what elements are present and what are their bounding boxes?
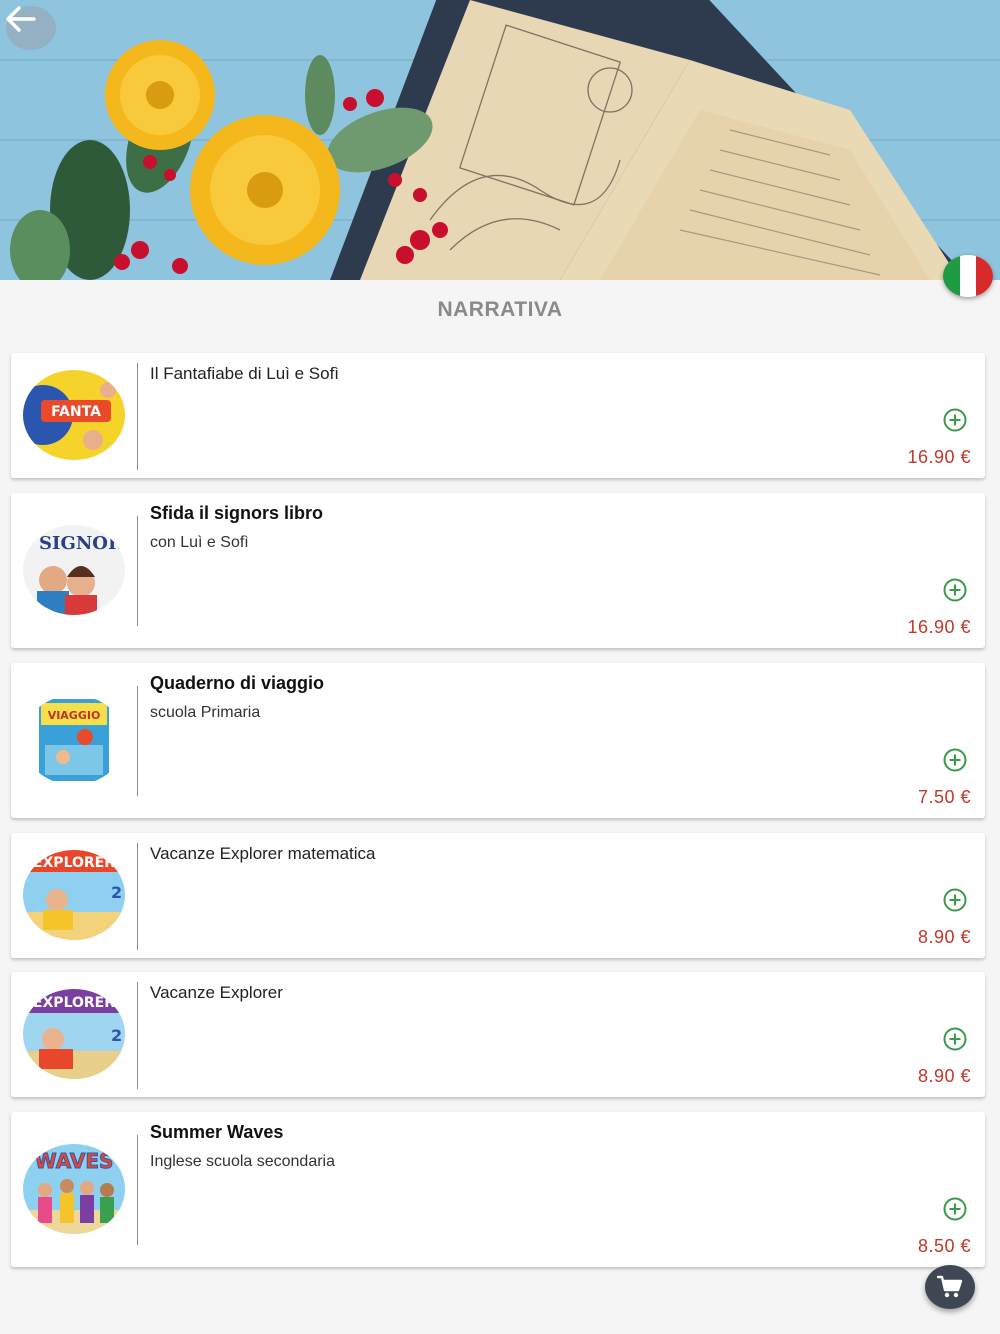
language-button[interactable] bbox=[943, 255, 993, 297]
product-subtitle: scuola Primaria bbox=[150, 704, 261, 721]
product-card[interactable]: EXPLORER 2 Vacanze Explorer matematica 8… bbox=[11, 833, 985, 958]
product-title: Sfida il signors libro bbox=[150, 503, 324, 523]
waves-cover: WAVES bbox=[23, 1144, 125, 1234]
product-title: Vacanze Explorer matematica bbox=[150, 844, 376, 863]
product-price: 16.90 € bbox=[907, 617, 971, 637]
product-title: Quaderno di viaggio bbox=[150, 673, 325, 693]
product-price: 8.50 € bbox=[917, 1236, 971, 1256]
cart-button[interactable] bbox=[925, 1265, 975, 1309]
svg-text:2: 2 bbox=[111, 883, 122, 902]
svg-text:WAVES: WAVES bbox=[35, 1149, 114, 1173]
product-subtitle: Inglese scuola secondaria bbox=[150, 1153, 336, 1170]
product-cover-image: SIGNOR bbox=[23, 525, 125, 615]
add-to-cart-icon[interactable] bbox=[943, 888, 967, 912]
svg-text:EXPLORER: EXPLORER bbox=[33, 855, 115, 871]
arrow-left-icon bbox=[6, 6, 36, 32]
product-card[interactable]: WAVES Summer Waves Inglese scuola second… bbox=[11, 1112, 985, 1267]
svg-text:SIGNOR: SIGNOR bbox=[39, 533, 124, 554]
svg-text:VIAGGIO: VIAGGIO bbox=[48, 709, 101, 722]
product-title: Vacanze Explorer bbox=[150, 983, 283, 1002]
fantafiabe-cover: FANTA bbox=[23, 370, 125, 460]
svg-text:2: 2 bbox=[111, 1026, 122, 1045]
product-cover-image: EXPLORER 2 bbox=[23, 850, 125, 940]
add-to-cart-icon[interactable] bbox=[943, 578, 967, 602]
back-button[interactable] bbox=[6, 6, 56, 50]
add-to-cart-icon[interactable] bbox=[943, 1027, 967, 1051]
quaderno-cover: VIAGGIO bbox=[23, 695, 125, 785]
product-cover-image: VIAGGIO bbox=[23, 695, 125, 785]
product-price: 8.90 € bbox=[917, 1066, 971, 1086]
product-cover-image: WAVES bbox=[23, 1144, 125, 1234]
svg-text:EXPLORER: EXPLORER bbox=[33, 995, 115, 1011]
section-title: NARRATIVA bbox=[437, 298, 563, 321]
product-card[interactable]: FANTA Il Fantafiabe di Luì e Sofì 16.90 … bbox=[11, 353, 985, 478]
product-title: Il Fantafiabe di Luì e Sofì bbox=[150, 364, 340, 383]
product-price: 16.90 € bbox=[907, 447, 971, 467]
product-subtitle: con Luì e Sofì bbox=[150, 534, 249, 551]
banner-image bbox=[0, 0, 1000, 280]
product-price: 7.50 € bbox=[917, 787, 971, 807]
explorer-cover: EXPLORER 2 bbox=[23, 850, 125, 940]
signor-cover: SIGNOR bbox=[23, 525, 125, 615]
explorer-cover: EXPLORER 2 bbox=[23, 989, 125, 1079]
header-banner bbox=[0, 0, 1000, 280]
product-title: Summer Waves bbox=[150, 1122, 284, 1142]
add-to-cart-icon[interactable] bbox=[943, 408, 967, 432]
add-to-cart-icon[interactable] bbox=[943, 1197, 967, 1221]
product-cover-image: EXPLORER 2 bbox=[23, 989, 125, 1079]
svg-text:FANTA: FANTA bbox=[51, 404, 101, 420]
product-card[interactable]: EXPLORER 2 Vacanze Explorer 8.90 € bbox=[11, 972, 985, 1097]
add-to-cart-icon[interactable] bbox=[943, 748, 967, 772]
product-cover-image: FANTA bbox=[23, 370, 125, 460]
product-card[interactable]: VIAGGIO Quaderno di viaggio scuola Prima… bbox=[11, 663, 985, 818]
shopping-cart-icon bbox=[937, 1275, 963, 1298]
product-card[interactable]: SIGNOR Sfida il signors libro con Luì e … bbox=[11, 493, 985, 648]
product-price: 8.90 € bbox=[917, 927, 971, 947]
